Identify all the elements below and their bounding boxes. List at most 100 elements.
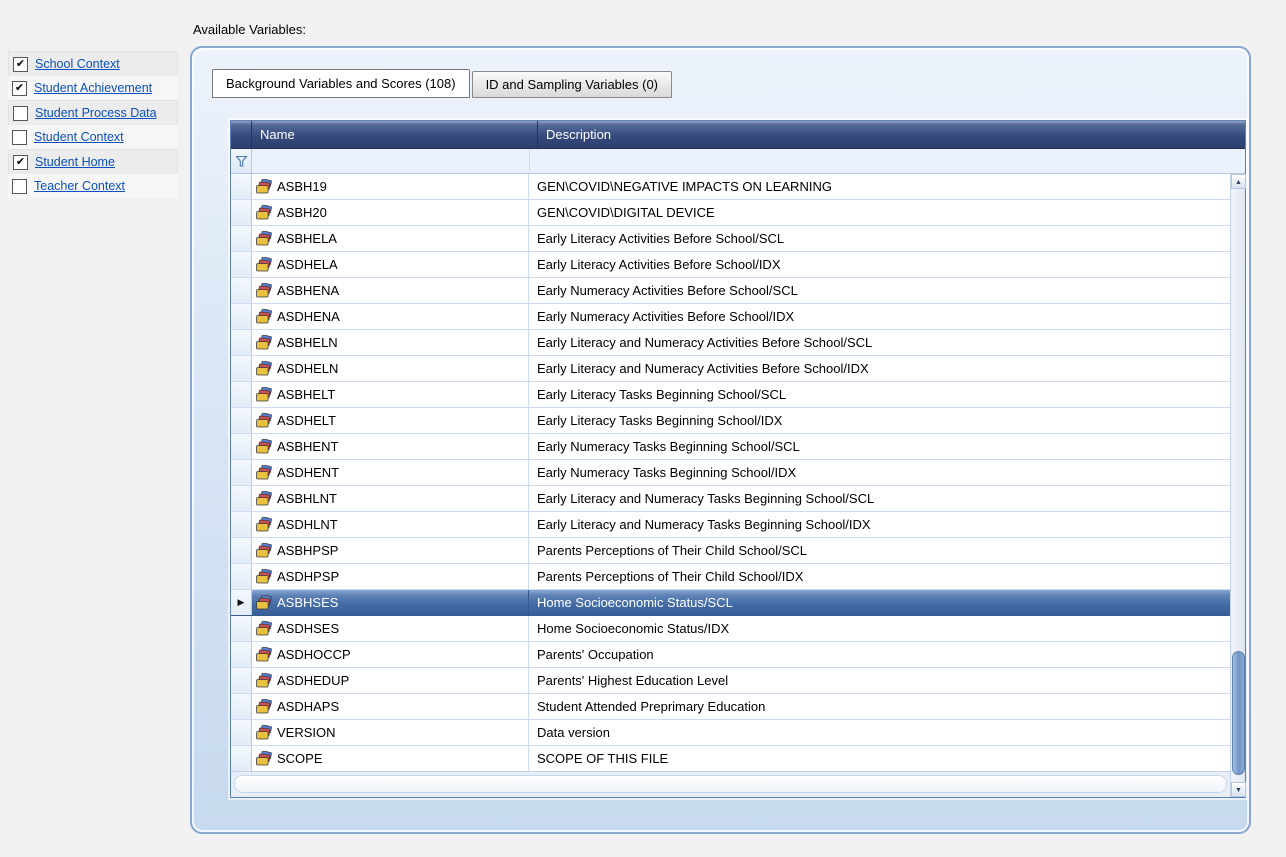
variables-grid: Name Description ASBH19GEN\COVID\NEGATIV… <box>230 120 1246 798</box>
table-row[interactable]: ASDHELNEarly Literacy and Numeracy Activ… <box>231 356 1230 382</box>
table-row[interactable]: ASBHLNTEarly Literacy and Numeracy Tasks… <box>231 486 1230 512</box>
cell-variable-name: VERSION <box>252 720 529 745</box>
scroll-up-button[interactable]: ▲ <box>1231 174 1246 189</box>
tab-background-variables-and-scores[interactable]: Background Variables and Scores (108) <box>212 69 470 98</box>
grid-header: Name Description <box>231 121 1245 149</box>
table-row[interactable]: ASBHENTEarly Numeracy Tasks Beginning Sc… <box>231 434 1230 460</box>
checkbox-student-home[interactable]: ✔ <box>13 155 28 170</box>
variable-name-text: ASDHOCCP <box>277 647 351 662</box>
table-row[interactable]: ASDHLNTEarly Literacy and Numeracy Tasks… <box>231 512 1230 538</box>
tab-id-and-sampling-variables[interactable]: ID and Sampling Variables (0) <box>472 71 672 98</box>
cell-variable-name: ASBHLNT <box>252 486 529 511</box>
table-row[interactable]: ASDHELAEarly Literacy Activities Before … <box>231 252 1230 278</box>
cell-variable-name: ASDHELN <box>252 356 529 381</box>
sidebar-item-label[interactable]: Student Achievement <box>34 81 152 95</box>
cell-variable-name: ASDHSES <box>252 616 529 641</box>
table-row[interactable]: ASDHENAEarly Numeracy Activities Before … <box>231 304 1230 330</box>
row-gutter <box>231 174 252 199</box>
checkbox-teacher-context[interactable] <box>12 179 27 194</box>
variable-icon <box>256 595 272 610</box>
cell-variable-description: Home Socioeconomic Status/IDX <box>529 616 1230 641</box>
vertical-scrollbar-thumb[interactable] <box>1232 651 1245 775</box>
variable-name-text: ASDHENT <box>277 465 339 480</box>
row-gutter <box>231 382 252 407</box>
sidebar-item-student-home[interactable]: ✔ Student Home <box>8 149 178 174</box>
sidebar-item-label[interactable]: Student Home <box>35 155 115 169</box>
sidebar-item-school-context[interactable]: ✔ School Context <box>8 51 178 76</box>
sidebar-item-label[interactable]: School Context <box>35 57 120 71</box>
tab-strip: Background Variables and Scores (108)ID … <box>212 69 672 98</box>
table-row[interactable]: SCOPESCOPE OF THIS FILE <box>231 746 1230 771</box>
cell-variable-description: Early Literacy and Numeracy Activities B… <box>529 330 1230 355</box>
cell-variable-description: Early Literacy and Numeracy Tasks Beginn… <box>529 486 1230 511</box>
table-row[interactable]: ASBHELTEarly Literacy Tasks Beginning Sc… <box>231 382 1230 408</box>
variable-name-text: ASDHELN <box>277 361 338 376</box>
cell-variable-name: ASBHELT <box>252 382 529 407</box>
row-gutter <box>231 434 252 459</box>
sidebar-item-label[interactable]: Student Process Data <box>35 106 157 120</box>
column-header-description[interactable]: Description <box>538 121 1245 148</box>
table-row[interactable]: ASDHENTEarly Numeracy Tasks Beginning Sc… <box>231 460 1230 486</box>
cell-variable-name: ASDHEDUP <box>252 668 529 693</box>
current-row-indicator: ▶ <box>231 590 252 615</box>
table-row[interactable]: VERSIONData version <box>231 720 1230 746</box>
checkbox-school-context[interactable]: ✔ <box>13 57 28 72</box>
variable-name-text: ASDHPSP <box>277 569 339 584</box>
row-gutter <box>231 460 252 485</box>
sidebar-item-label[interactable]: Teacher Context <box>34 179 125 193</box>
table-row[interactable]: ASDHAPSStudent Attended Preprimary Educa… <box>231 694 1230 720</box>
variable-name-text: ASBHPSP <box>277 543 338 558</box>
row-gutter <box>231 356 252 381</box>
sidebar-item-teacher-context[interactable]: Teacher Context <box>8 174 178 198</box>
sidebar-item-student-context[interactable]: Student Context <box>8 125 178 149</box>
cell-variable-name: ASBH19 <box>252 174 529 199</box>
table-row[interactable]: ASBHELNEarly Literacy and Numeracy Activ… <box>231 330 1230 356</box>
table-row[interactable]: ASBHPSPParents Perceptions of Their Chil… <box>231 538 1230 564</box>
table-row[interactable]: ASDHEDUPParents' Highest Education Level <box>231 668 1230 694</box>
checkbox-student-achievement[interactable]: ✔ <box>12 81 27 96</box>
table-row[interactable]: ASBH19GEN\COVID\NEGATIVE IMPACTS ON LEAR… <box>231 174 1230 200</box>
grid-body: ASBH19GEN\COVID\NEGATIVE IMPACTS ON LEAR… <box>231 174 1230 771</box>
cell-variable-name: ASDHAPS <box>252 694 529 719</box>
sidebar-item-student-achievement[interactable]: ✔ Student Achievement <box>8 76 178 100</box>
variable-icon <box>256 257 272 272</box>
checkbox-student-process-data[interactable] <box>13 106 28 121</box>
cell-variable-description: Early Literacy Activities Before School/… <box>529 252 1230 277</box>
table-row[interactable]: ASDHSES Home Socioeconomic Status/IDX <box>231 616 1230 642</box>
table-row[interactable]: ASBH20GEN\COVID\DIGITAL DEVICE <box>231 200 1230 226</box>
table-row[interactable]: ASDHPSPParents Perceptions of Their Chil… <box>231 564 1230 590</box>
cell-variable-name: ASDHELT <box>252 408 529 433</box>
cell-variable-description: Early Literacy Tasks Beginning School/ID… <box>529 408 1230 433</box>
table-row[interactable]: ▶ASBHSESHome Socioeconomic Status/SCL <box>231 590 1230 616</box>
table-row[interactable]: ASDHOCCPParents' Occupation <box>231 642 1230 668</box>
horizontal-scrollbar-thumb[interactable] <box>234 775 1227 793</box>
cell-variable-name: ASBHELA <box>252 226 529 251</box>
row-gutter <box>231 252 252 277</box>
row-gutter <box>231 668 252 693</box>
checkbox-student-context[interactable] <box>12 130 27 145</box>
variable-name-text: ASDHELT <box>277 413 336 428</box>
cell-variable-name: SCOPE <box>252 746 529 771</box>
row-gutter <box>231 200 252 225</box>
sidebar-item-student-process-data[interactable]: Student Process Data <box>8 100 178 125</box>
variable-name-text: ASDHSES <box>277 621 339 636</box>
cell-variable-name: ASBHENA <box>252 278 529 303</box>
row-gutter <box>231 694 252 719</box>
table-row[interactable]: ASBHENAEarly Numeracy Activities Before … <box>231 278 1230 304</box>
column-header-name[interactable]: Name <box>252 121 538 148</box>
cell-variable-description: Early Literacy Activities Before School/… <box>529 226 1230 251</box>
variable-icon <box>256 751 272 766</box>
variable-name-text: ASBHELT <box>277 387 335 402</box>
filter-name-cell[interactable] <box>252 149 530 173</box>
cell-variable-name: ASBHPSP <box>252 538 529 563</box>
table-row[interactable]: ASDHELT Early Literacy Tasks Beginning Sc… <box>231 408 1230 434</box>
table-row[interactable]: ASBHELAEarly Literacy Activities Before … <box>231 226 1230 252</box>
sidebar-item-label[interactable]: Student Context <box>34 130 124 144</box>
horizontal-scrollbar[interactable] <box>231 771 1230 797</box>
variable-icon <box>256 673 272 688</box>
cell-variable-name: ASDHELA <box>252 252 529 277</box>
vertical-scrollbar[interactable]: ▲ ▼ <box>1230 174 1245 797</box>
scroll-down-button[interactable]: ▼ <box>1231 782 1246 797</box>
filter-description-cell[interactable] <box>530 149 1245 173</box>
row-gutter <box>231 226 252 251</box>
